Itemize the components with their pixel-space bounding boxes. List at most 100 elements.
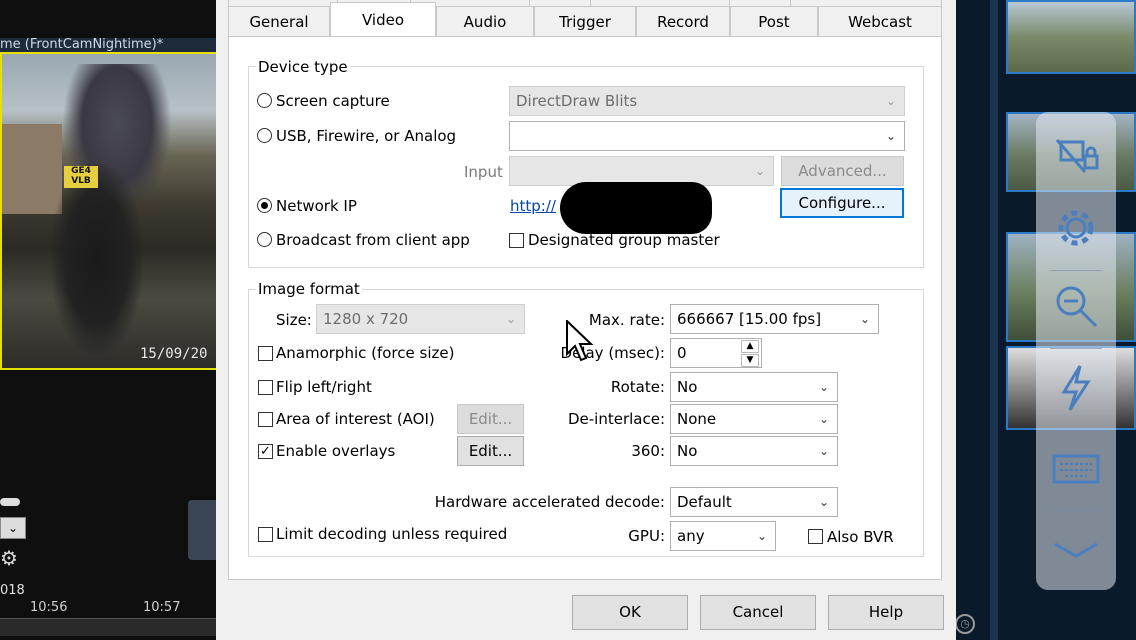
strip-border [990,0,998,640]
radio-network-ip[interactable] [257,198,272,213]
screen-capture-label: Screen capture [276,92,390,110]
aoi-label: Area of interest (AOI) [276,410,435,428]
rotate-select[interactable]: No ⌄ [670,372,838,402]
tab-post[interactable]: Post [730,6,818,36]
camera-scene-motorbike [52,164,142,354]
ok-button[interactable]: OK [572,595,688,630]
rotate-label: Rotate: [610,378,665,396]
group-master-checkbox[interactable] [509,233,524,248]
deinterlace-label: De-interlace: [567,410,665,428]
deinterlace-select[interactable]: None ⌄ [670,404,838,434]
input-label: Input [464,163,503,181]
tab-trigger[interactable]: Trigger [534,6,636,36]
gear-icon[interactable] [1036,206,1116,259]
aoi-checkbox[interactable] [258,412,273,427]
chevron-down-icon: ⌄ [885,94,896,108]
chevron-down-icon: ⌄ [505,312,516,326]
left-panel-handle[interactable] [0,498,20,506]
radio-usb-firewire-analog[interactable] [257,128,272,143]
chevron-down-icon: ⌄ [818,495,829,509]
limit-decoding-label: Limit decoding unless required [276,525,508,543]
tab-video[interactable]: Video [330,2,436,36]
chevron-down-icon[interactable] [1036,530,1116,571]
chevron-down-icon: ⌄ [818,412,829,426]
cancel-button[interactable]: Cancel [700,595,816,630]
clock-icon[interactable]: ◷ [955,614,975,634]
gpu-label: GPU: [628,527,665,545]
size-select[interactable]: 1280 x 720 ⌄ [316,304,525,334]
tab-general[interactable]: General [228,6,330,36]
radio-broadcast[interactable] [257,232,272,247]
left-dropdown-chevron-icon[interactable]: ⌄ [0,517,26,539]
radio-screen-capture[interactable] [257,93,272,108]
select-360-value: No [677,442,698,460]
camera-title: me (FrontCamNightime)* [0,38,216,52]
deinterlace-select-value: None [677,410,717,428]
hw-decode-label: Hardware accelerated decode: [434,493,665,511]
rotate-select-value: No [677,378,698,396]
network-ip-label: Network IP [276,197,357,215]
size-label: Size: [276,311,312,329]
chevron-down-icon: ⌄ [818,380,829,394]
gpu-select-value: any [677,527,705,545]
overlays-checkbox[interactable]: ✓ [258,444,273,459]
limit-decoding-checkbox[interactable] [258,527,273,542]
chevron-down-icon: ⌄ [885,129,896,143]
usb-device-select[interactable]: ⌄ [509,121,905,151]
label-360: 360: [631,442,665,460]
max-rate-select[interactable]: 666667 [15.00 fps] ⌄ [670,304,879,334]
chevron-down-icon: ⌄ [818,444,829,458]
image-format-legend: Image format [256,280,362,298]
chevron-down-icon: ⌄ [859,312,870,326]
camera-scene-plate: GE4 VLB [64,166,98,188]
flash-icon[interactable] [1036,364,1116,421]
chevron-down-icon: ⌄ [756,529,767,543]
screen-capture-select[interactable]: DirectDraw Blits ⌄ [509,86,905,116]
help-button[interactable]: Help [828,595,944,630]
also-bvr-checkbox[interactable] [808,529,823,544]
advanced-button[interactable]: Advanced... [781,156,904,186]
zoom-out-icon[interactable] [1036,282,1116,339]
redaction-block [560,182,712,234]
usb-label: USB, Firewire, or Analog [276,127,457,145]
camera-timestamp: 15/09/20 [140,346,208,362]
screen-capture-select-value: DirectDraw Blits [516,92,638,110]
spinner-up-icon[interactable]: ▲ [741,340,759,353]
max-rate-select-value: 666667 [15.00 fps] [677,310,822,328]
left-ptz-button[interactable] [188,500,216,560]
camera-url-link[interactable]: http:// [510,197,556,215]
anamorphic-checkbox[interactable] [258,346,273,361]
camera-thumbnail[interactable] [1006,0,1136,74]
size-select-value: 1280 x 720 [323,310,409,328]
hw-decode-select-value: Default [677,493,732,511]
overlays-edit-button[interactable]: Edit... [457,436,524,466]
aoi-edit-button[interactable]: Edit... [457,404,524,434]
delay-label: Delay (msec): [560,344,665,362]
tab-audio[interactable]: Audio [436,6,534,36]
flip-label: Flip left/right [276,378,372,396]
tab-record[interactable]: Record [636,6,730,36]
delay-spinner[interactable]: 0 ▲ ▼ [670,338,762,368]
spinner-down-icon[interactable]: ▼ [741,354,759,367]
also-bvr-label: Also BVR [827,528,894,546]
gpu-select[interactable]: any ⌄ [670,521,776,551]
timeline-date: 018 [0,583,25,598]
camera-off-lock-icon[interactable] [1036,130,1116,185]
chevron-down-icon: ⌄ [754,164,765,178]
overlays-label: Enable overlays [276,442,396,460]
configure-button[interactable]: Configure... [780,188,904,218]
select-360[interactable]: No ⌄ [670,436,838,466]
keyboard-icon[interactable] [1036,452,1116,495]
flip-checkbox[interactable] [258,380,273,395]
timeline-tick: 10:56 [30,600,68,615]
timeline-tick: 10:57 [143,600,181,615]
overlay-toolbar [1036,112,1116,590]
timeline-bar[interactable] [0,618,216,636]
hw-decode-select[interactable]: Default ⌄ [670,487,838,517]
group-master-label: Designated group master [528,231,720,249]
anamorphic-label: Anamorphic (force size) [276,344,455,362]
broadcast-label: Broadcast from client app [276,231,470,249]
camera-live-view[interactable]: GE4 VLB 15/09/20 [0,52,216,370]
left-gear-icon[interactable]: ⚙ [0,546,18,570]
tab-webcast[interactable]: Webcast [818,6,942,36]
